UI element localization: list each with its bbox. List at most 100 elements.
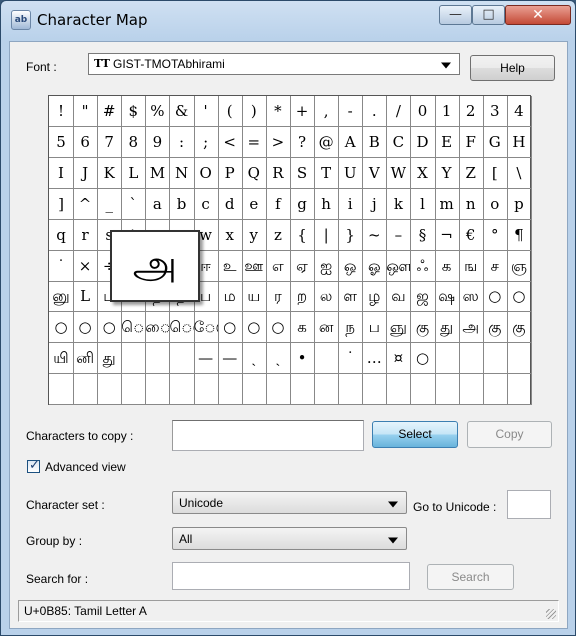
character-cell[interactable]: ˎ — [241, 343, 267, 375]
character-cell[interactable]: > — [265, 126, 291, 158]
character-cell[interactable] — [362, 374, 388, 406]
character-cell[interactable]: ˏ — [265, 343, 291, 375]
character-cell[interactable] — [193, 374, 219, 406]
character-cell[interactable]: z — [265, 219, 291, 251]
character-cell[interactable]: : — [169, 126, 195, 158]
character-cell[interactable]: ஐ — [314, 250, 340, 282]
character-cell[interactable]: ¬ — [434, 219, 460, 251]
character-cell[interactable] — [265, 374, 291, 406]
character-cell[interactable]: ¤ — [386, 343, 412, 375]
character-cell[interactable]: ஔ — [386, 250, 412, 282]
character-cell[interactable]: ை○ — [145, 312, 171, 344]
character-cell[interactable]: ) — [241, 96, 267, 127]
character-cell[interactable]: < — [217, 126, 243, 158]
character-cell[interactable]: 9 — [145, 126, 171, 158]
character-cell[interactable]: ○ — [73, 312, 99, 344]
character-cell[interactable]: R — [265, 157, 291, 189]
character-cell[interactable]: அ — [458, 312, 484, 344]
character-cell[interactable]: ˙ — [338, 343, 364, 375]
character-cell[interactable]: ○ — [482, 281, 508, 313]
character-cell[interactable]: L — [121, 157, 147, 189]
character-cell[interactable]: னி — [73, 343, 99, 375]
character-cell[interactable]: ெ○ — [169, 312, 195, 344]
character-cell[interactable]: க — [290, 312, 315, 344]
character-cell[interactable] — [169, 374, 195, 406]
character-cell[interactable]: கு — [410, 312, 436, 344]
help-button[interactable]: Help — [470, 55, 555, 81]
character-cell[interactable]: ^ — [73, 188, 99, 220]
character-cell[interactable]: 3 — [482, 96, 508, 127]
character-cell[interactable]: g — [290, 188, 315, 220]
character-cell[interactable]: 6 — [73, 126, 99, 158]
character-cell[interactable]: S — [290, 157, 315, 189]
character-cell[interactable]: ஜ — [410, 281, 436, 313]
character-cell[interactable]: B — [362, 126, 388, 158]
character-cell[interactable]: ந — [338, 312, 364, 344]
character-cell[interactable]: … — [362, 343, 388, 375]
characters-to-copy-input[interactable] — [172, 420, 364, 451]
character-cell[interactable]: ○ — [410, 343, 436, 375]
character-cell[interactable]: b — [169, 188, 195, 220]
character-cell[interactable]: o — [482, 188, 508, 220]
character-cell[interactable] — [434, 374, 460, 406]
character-cell[interactable] — [241, 374, 267, 406]
character-cell[interactable]: * — [265, 96, 291, 127]
character-cell[interactable]: D — [410, 126, 436, 158]
font-dropdown[interactable]: TT GIST-TMOTAbhirami — [88, 53, 460, 75]
character-cell[interactable] — [506, 374, 532, 406]
character-cell[interactable]: ˙ — [49, 250, 74, 282]
character-cell[interactable]: M — [145, 157, 171, 189]
character-cell[interactable]: 1 — [434, 96, 460, 127]
character-cell[interactable]: \ — [506, 157, 532, 189]
character-cell[interactable]: ங — [458, 250, 484, 282]
character-cell[interactable]: , — [314, 96, 340, 127]
select-button[interactable]: Select — [372, 421, 458, 448]
character-cell[interactable]: ஓ — [362, 250, 388, 282]
character-cell[interactable]: F — [458, 126, 484, 158]
character-cell[interactable]: i — [338, 188, 364, 220]
character-cell[interactable]: e — [241, 188, 267, 220]
character-cell[interactable]: % — [145, 96, 171, 127]
character-cell[interactable]: ற — [290, 281, 315, 313]
character-cell[interactable]: { — [290, 219, 315, 251]
character-cell[interactable]: கு — [506, 312, 532, 344]
go-to-unicode-input[interactable] — [507, 490, 551, 519]
character-set-dropdown[interactable]: Unicode — [172, 491, 407, 514]
character-cell[interactable] — [482, 374, 508, 406]
character-cell[interactable] — [314, 343, 340, 375]
character-cell[interactable]: ம — [217, 281, 243, 313]
character-cell[interactable]: [ — [482, 157, 508, 189]
character-cell[interactable]: I — [49, 157, 74, 189]
character-cell[interactable]: y — [241, 219, 267, 251]
character-cell[interactable] — [314, 374, 340, 406]
character-cell[interactable]: 4 — [506, 96, 532, 127]
character-cell[interactable] — [145, 374, 171, 406]
character-cell[interactable]: / — [386, 96, 412, 127]
character-cell[interactable] — [121, 343, 147, 375]
character-cell[interactable] — [386, 374, 412, 406]
character-cell[interactable]: K — [97, 157, 123, 189]
character-cell[interactable] — [290, 374, 315, 406]
close-button[interactable]: ✕ — [505, 5, 571, 25]
character-cell[interactable] — [458, 343, 484, 375]
character-cell[interactable]: q — [49, 219, 74, 251]
character-cell[interactable] — [97, 374, 123, 406]
character-cell[interactable] — [434, 343, 460, 375]
character-cell[interactable]: ○ — [49, 312, 74, 344]
character-cell[interactable]: N — [169, 157, 195, 189]
character-cell[interactable]: ஊ — [241, 250, 267, 282]
character-cell[interactable]: l — [410, 188, 436, 220]
character-cell[interactable]: a — [145, 188, 171, 220]
character-cell[interactable]: Y — [434, 157, 460, 189]
character-cell[interactable]: — — [193, 343, 219, 375]
character-cell[interactable]: . — [362, 96, 388, 127]
character-cell[interactable]: எ — [265, 250, 291, 282]
character-cell[interactable]: ○ — [97, 312, 123, 344]
character-cell[interactable]: ? — [290, 126, 315, 158]
character-cell[interactable] — [458, 374, 484, 406]
character-cell[interactable]: து — [97, 343, 123, 375]
character-cell[interactable]: ○ — [506, 281, 532, 313]
character-cell[interactable]: ஷ — [434, 281, 460, 313]
character-cell[interactable] — [217, 374, 243, 406]
character-cell[interactable]: ஞு — [386, 312, 412, 344]
